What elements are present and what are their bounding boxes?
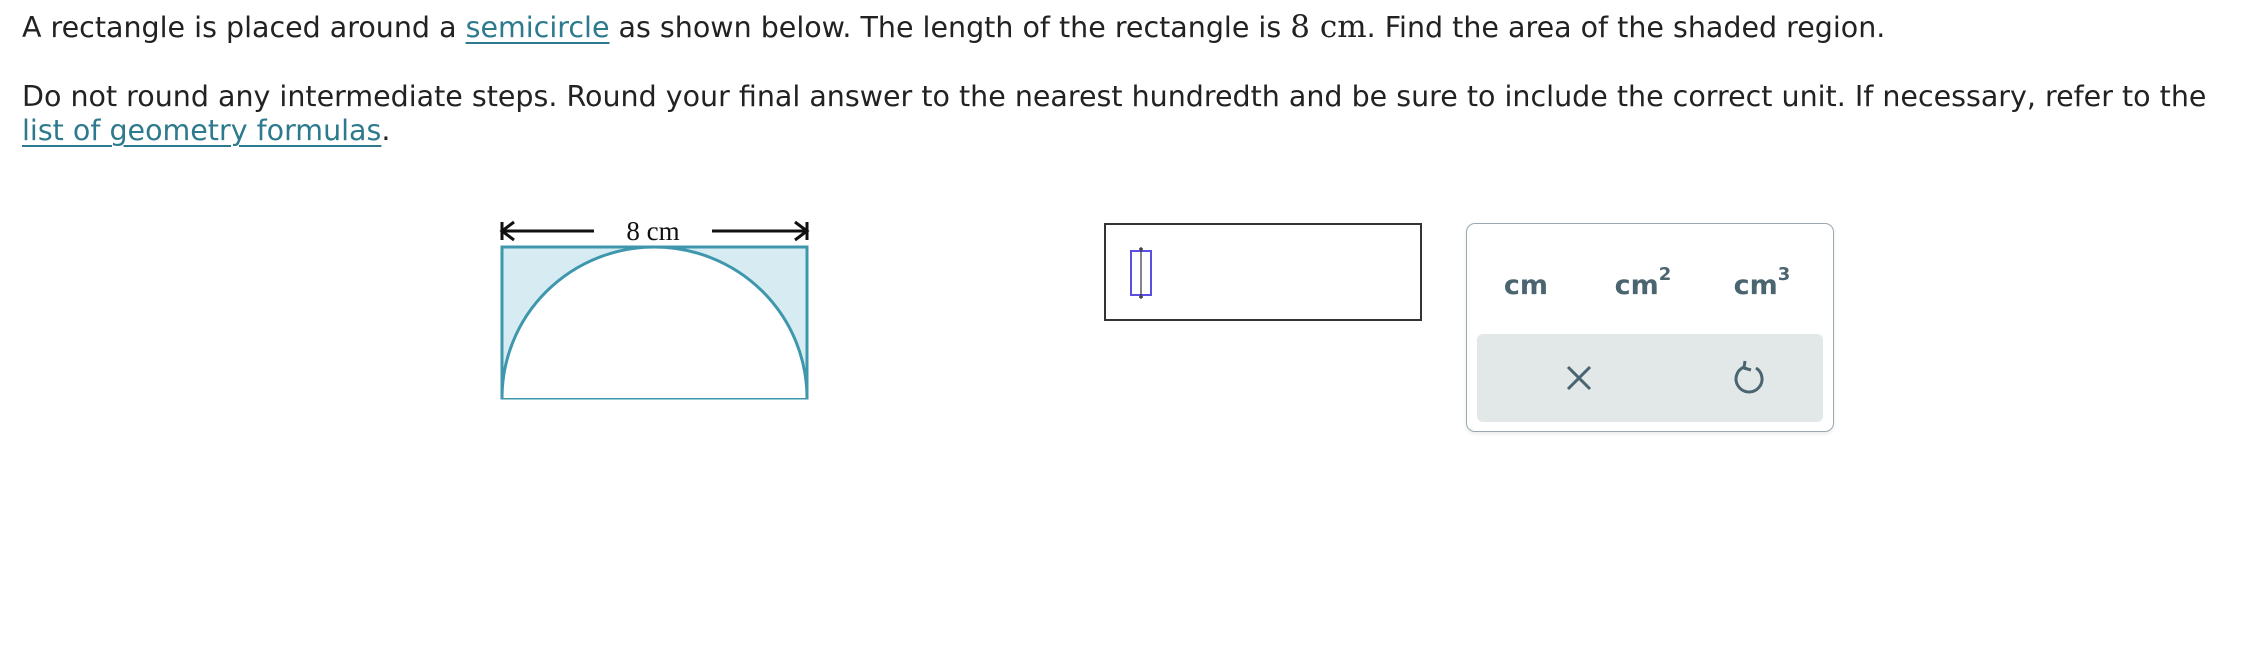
- unit-cm-button[interactable]: cm: [1481, 254, 1571, 304]
- geometry-formulas-link[interactable]: list of geometry formulas: [22, 114, 381, 147]
- clear-button[interactable]: [1554, 353, 1604, 403]
- rectangle-length-value: 8 cm: [1290, 9, 1367, 45]
- unit-buttons: cm cm2 cm3: [1467, 254, 1833, 304]
- palette-actions: [1477, 334, 1823, 422]
- question-prompt: A rectangle is placed around a semicircl…: [22, 10, 2242, 183]
- rounding-instructions: Do not round any intermediate steps. Rou…: [22, 80, 2207, 147]
- clear-icon: [1566, 365, 1592, 391]
- dimension-label: 8 cm: [626, 216, 679, 246]
- semicircle-link[interactable]: semicircle: [466, 11, 610, 44]
- unit-cm2-button[interactable]: cm2: [1598, 254, 1688, 304]
- unit-palette: cm cm2 cm3: [1466, 223, 1834, 432]
- undo-icon: [1734, 360, 1764, 394]
- rectangle-semicircle-figure: 8 cm: [499, 216, 810, 400]
- problem-statement: A rectangle is placed around a semicircl…: [22, 9, 1886, 45]
- answer-input[interactable]: [1104, 223, 1422, 321]
- unit-cm3-button[interactable]: cm3: [1717, 254, 1807, 304]
- input-cursor-icon: [1130, 247, 1152, 299]
- undo-button[interactable]: [1725, 353, 1775, 403]
